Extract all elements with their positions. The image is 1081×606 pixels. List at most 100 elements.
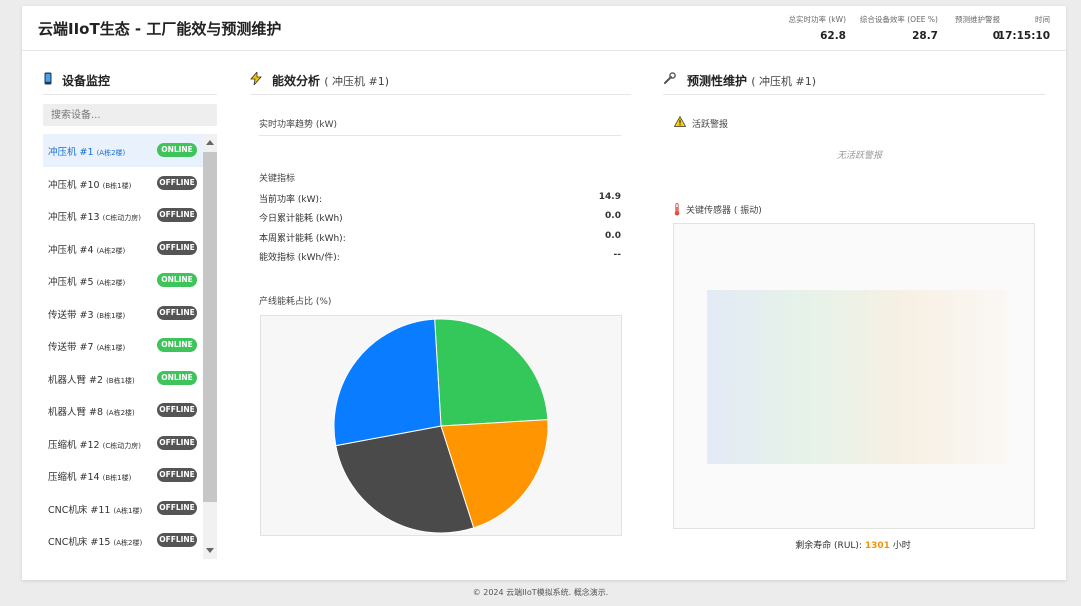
- rul-label: 剩余寿命 (RUL):: [795, 541, 862, 551]
- device-name-text: 冲压机 #5: [48, 277, 94, 288]
- kpi-title: 关键指标: [259, 174, 296, 184]
- device-name: 冲压机 #13 (C栋动力房): [48, 209, 141, 223]
- power-trend-label: 实时功率趋势 (kW): [259, 120, 337, 130]
- stat-value: 17:15:10: [997, 30, 1050, 42]
- device-location: (B栋1楼): [106, 376, 135, 385]
- device-item[interactable]: 传送带 #3 (B栋1楼) OFFLINE: [43, 297, 203, 330]
- kpi-value: 0.0: [605, 211, 621, 221]
- status-badge: ONLINE: [157, 273, 197, 287]
- main-card: 云端IIoT生态 - 工厂能效与预测维护 总实时功率 (kW) 62.8 综合设…: [22, 6, 1066, 580]
- device-item[interactable]: 传送带 #7 (A栋1楼) ONLINE: [43, 329, 203, 362]
- device-name: CNC机床 #15 (A栋2楼): [48, 534, 142, 548]
- energy-device: ( 冲压机 #1): [324, 75, 389, 88]
- device-name-text: 压缩机 #12: [48, 439, 100, 451]
- device-item[interactable]: 压缩机 #12 (C栋动力房) OFFLINE: [43, 427, 203, 460]
- device-name: 冲压机 #10 (B栋1楼): [48, 177, 131, 191]
- predictive-device: ( 冲压机 #1): [751, 75, 816, 88]
- device-location: (A栋2楼): [96, 279, 126, 287]
- device-name-text: CNC机床 #11: [48, 504, 111, 516]
- thermometer-icon: [674, 203, 680, 216]
- status-badge: ONLINE: [157, 143, 197, 157]
- kpi-label: 当前功率 (kW):: [259, 195, 323, 205]
- device-name: 冲压机 #4 (A栋2楼): [48, 242, 125, 256]
- device-location: (A栋2楼): [113, 539, 143, 547]
- rul-unit: 小时: [892, 541, 911, 551]
- device-item[interactable]: 冲压机 #13 (C栋动力房) OFFLINE: [43, 199, 203, 232]
- device-item[interactable]: 冲压机 #10 (B栋1楼) OFFLINE: [43, 167, 203, 200]
- rul-readout: 剩余寿命 (RUL): 1301 小时: [673, 538, 1033, 551]
- device-name-text: 机器人臂 #2: [48, 374, 104, 386]
- status-badge: OFFLINE: [157, 435, 197, 450]
- device-name: 机器人臂 #2 (B栋1楼): [48, 372, 135, 386]
- device-location: (A栋2楼): [96, 149, 126, 157]
- kpi-value: --: [613, 250, 621, 260]
- device-item[interactable]: 机器人臂 #2 (B栋1楼) ONLINE: [43, 362, 203, 395]
- status-badge: OFFLINE: [157, 403, 197, 417]
- device-name-text: 冲压机 #4: [48, 244, 94, 256]
- stat-label: 时间: [1035, 15, 1050, 24]
- device-name-text: 冲压机 #13: [48, 212, 100, 223]
- device-item[interactable]: 冲压机 #4 (A栋2楼) OFFLINE: [43, 232, 203, 265]
- status-badge: OFFLINE: [157, 175, 197, 190]
- energy-title: 能效分析 ( 冲压机 #1): [272, 72, 389, 89]
- device-item[interactable]: CNC机床 #11 (A栋1楼) OFFLINE: [43, 492, 203, 525]
- device-location: (C栋动力房): [102, 441, 141, 450]
- scroll-down-icon[interactable]: [206, 548, 214, 553]
- stat-oee: 综合设备效率 (OEE %) 28.7: [860, 14, 938, 42]
- device-item[interactable]: 压缩机 #14 (B栋1楼) OFFLINE: [43, 459, 203, 492]
- footer: © 2024 云端IIoT模拟系统. 概念演示.: [472, 588, 609, 597]
- device-location: (C栋动力房): [102, 214, 141, 222]
- device-name-text: 传送带 #3: [48, 309, 94, 321]
- device-name-text: 冲压机 #10: [48, 179, 100, 191]
- device-name-text: 压缩机 #14: [48, 472, 100, 483]
- status-badge: OFFLINE: [157, 208, 197, 222]
- device-location: (A栋1楼): [96, 344, 126, 352]
- stat-label: 综合设备效率 (OEE %): [859, 15, 938, 24]
- predictive-title: 预测性维护 ( 冲压机 #1): [687, 72, 816, 89]
- stat-value: 28.7: [912, 30, 938, 42]
- device-list: 冲压机 #1 (A栋2楼) ONLINE 冲压机 #10 (B栋1楼) OFFLINE…: [43, 134, 203, 559]
- lightning-icon: [250, 72, 262, 85]
- energy-divider: [250, 94, 631, 95]
- devices-title: 设备监控: [62, 74, 111, 88]
- kpi-value: 0.0: [605, 231, 621, 241]
- status-badge: ONLINE: [157, 338, 197, 352]
- status-badge: OFFLINE: [157, 305, 197, 320]
- device-name: 传送带 #7 (A栋1楼): [48, 339, 125, 353]
- sensor-heatmap: [707, 290, 1007, 464]
- kpi-label: 本周累计能耗 (kWh):: [259, 234, 346, 244]
- device-location: (A栋1楼): [113, 506, 143, 515]
- device-location: (A栋2楼): [106, 409, 135, 417]
- device-location: (B栋1楼): [102, 181, 132, 190]
- device-name: CNC机床 #11 (A栋1楼): [48, 502, 142, 516]
- stat-value: 0: [992, 30, 1000, 42]
- sensor-chart-box: [673, 223, 1035, 529]
- rul-value: 1301: [864, 541, 890, 551]
- scroll-up-icon[interactable]: [206, 140, 214, 145]
- device-item[interactable]: 冲压机 #5 (A栋2楼) ONLINE: [43, 264, 203, 297]
- devices-divider: [43, 94, 217, 95]
- pie-chart-box: [260, 315, 622, 536]
- app-title: 云端IIoT生态 - 工厂能效与预测维护: [38, 20, 282, 38]
- wrench-icon: [664, 72, 676, 84]
- device-name-text: 冲压机 #1: [48, 147, 94, 158]
- device-list-scrollbar[interactable]: [203, 134, 217, 559]
- status-badge: OFFLINE: [157, 240, 197, 255]
- device-name: 压缩机 #12 (C栋动力房): [48, 437, 141, 451]
- device-name: 冲压机 #1 (A栋2楼): [48, 144, 125, 158]
- device-name: 传送带 #3 (B栋1楼): [48, 307, 125, 321]
- scroll-thumb[interactable]: [203, 152, 217, 502]
- pie-chart: [333, 318, 549, 534]
- pie-slice: [333, 318, 442, 447]
- status-badge: ONLINE: [157, 370, 197, 385]
- device-location: (B栋1楼): [96, 311, 126, 320]
- device-location: (A栋2楼): [96, 246, 126, 255]
- predictive-title-text: 预测性维护: [687, 74, 748, 88]
- device-search-input[interactable]: [43, 104, 217, 126]
- stat-total-power: 总实时功率 (kW) 62.8: [789, 14, 847, 42]
- device-item[interactable]: CNC机床 #15 (A栋2楼) OFFLINE: [43, 524, 203, 557]
- pie-label: 产线能耗占比 (%): [259, 297, 332, 307]
- device-item[interactable]: 机器人臂 #8 (A栋2楼) OFFLINE: [43, 394, 203, 427]
- stat-time: 时间 17:15:10: [998, 14, 1050, 42]
- device-item[interactable]: 冲压机 #1 (A栋2楼) ONLINE: [43, 134, 203, 167]
